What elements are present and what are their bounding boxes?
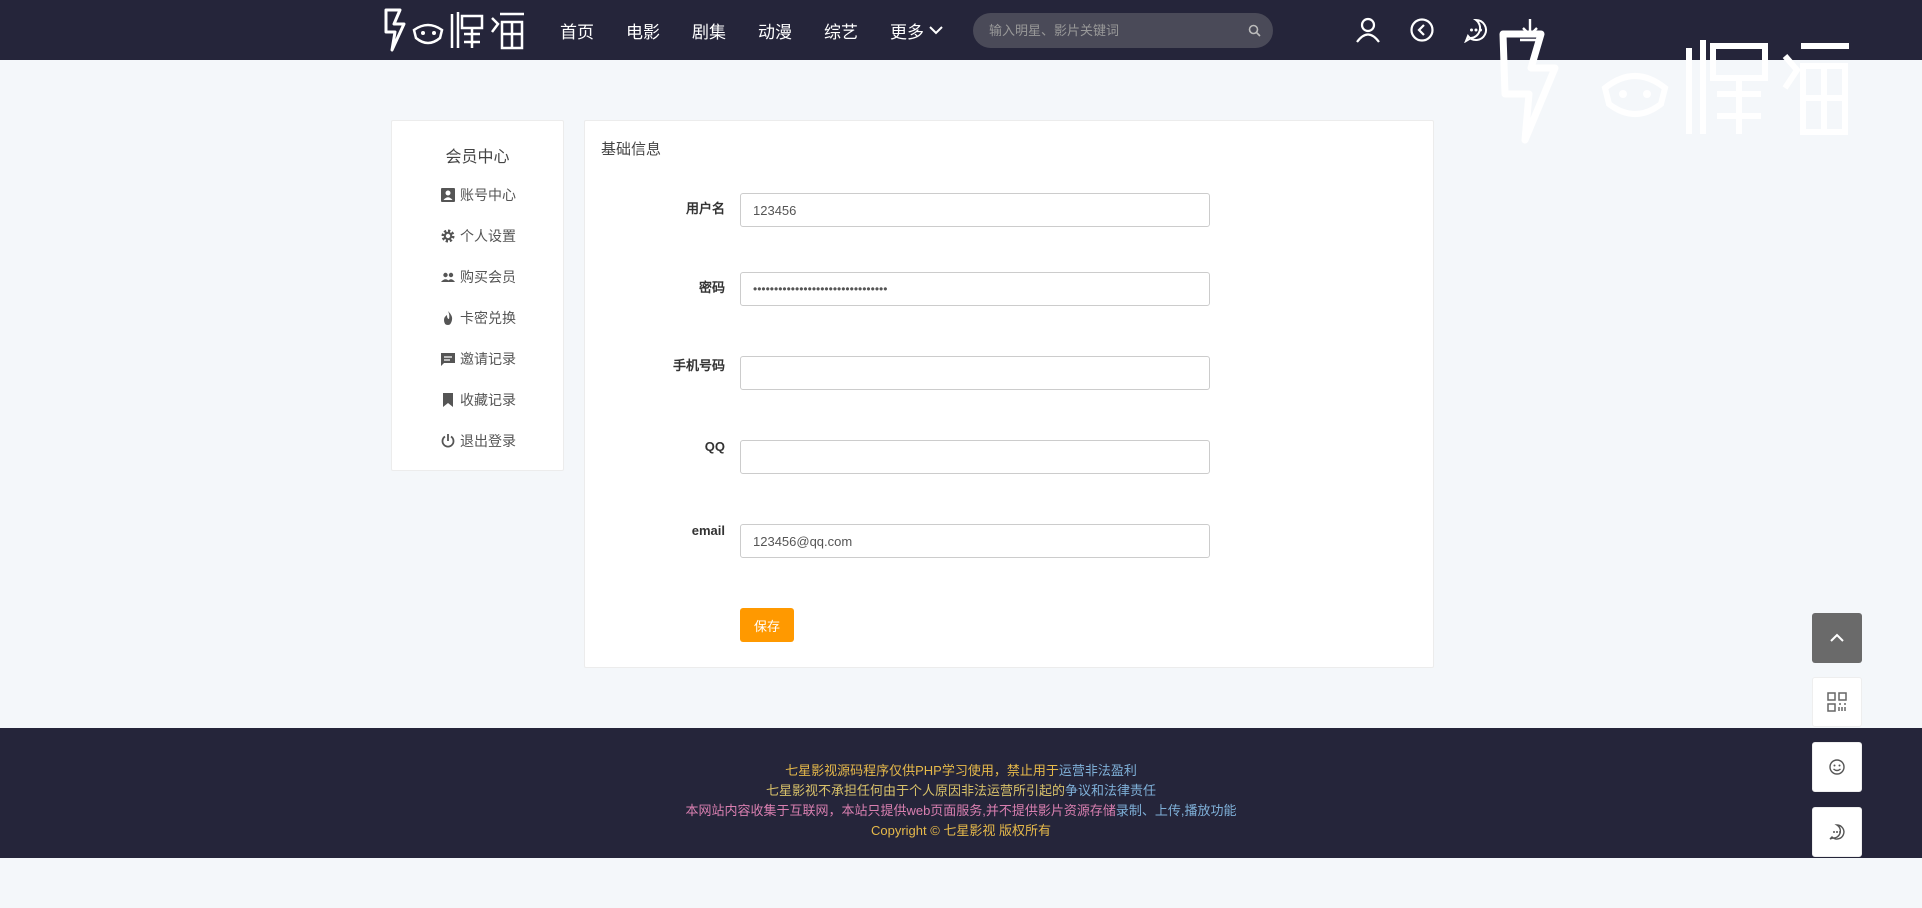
chevron-up-icon [1830, 633, 1844, 642]
phone-label: 手机号码 [672, 358, 725, 373]
sidebar-item-label: 账号中心 [460, 187, 516, 203]
nav-series[interactable]: 剧集 [692, 18, 726, 43]
search-bar [973, 13, 1273, 48]
bookmark-icon [443, 393, 453, 407]
password-field[interactable] [740, 272, 1210, 306]
sidebar-title: 会员中心 [445, 149, 510, 166]
qrcode-button[interactable] [1812, 677, 1862, 727]
save-button[interactable]: 保存 [740, 608, 794, 642]
gear-icon [441, 229, 455, 243]
site-logo[interactable] [378, 4, 530, 56]
chat-bubble-icon [1829, 824, 1845, 840]
member-sidebar: 会员中心 账号中心 个人设置 购买会员 卡密兑换 邀请记录 收藏记录 退出登录 [391, 120, 564, 471]
basic-info-panel: 基础信息 用户名 密码 手机号码 QQ email 保存 [584, 120, 1434, 668]
back-to-top-button[interactable] [1812, 613, 1862, 663]
feedback-button[interactable] [1812, 742, 1862, 792]
nav-variety[interactable]: 综艺 [824, 18, 858, 43]
phone-field[interactable] [740, 356, 1210, 390]
footer-text: 七星影视不承担任何由于个人原因非法运营所引起的 [765, 783, 1065, 798]
sidebar-item-account[interactable]: 账号中心 [440, 184, 516, 206]
panel-title: 基础信息 [601, 141, 662, 158]
qq-field[interactable] [740, 440, 1210, 474]
footer-text-highlight: 录制、上传,播放功能 [1115, 803, 1237, 818]
smile-icon [1829, 759, 1845, 775]
footer-line-3: 本网站内容收集于互联网，本站只提供web页面服务,并不提供影片资源存储录制、上传… [0, 800, 1922, 819]
chat-icon [441, 353, 455, 366]
user-icon[interactable] [1352, 14, 1384, 46]
sidebar-item-label: 个人设置 [460, 228, 516, 244]
fire-icon [444, 311, 453, 325]
watermark-logo [1499, 30, 1849, 144]
sidebar-item-logout[interactable]: 退出登录 [440, 430, 516, 452]
nav-anime[interactable]: 动漫 [758, 18, 792, 43]
search-icon[interactable] [1248, 24, 1261, 37]
qrcode-icon [1827, 692, 1847, 712]
history-icon[interactable] [1406, 14, 1438, 46]
password-label: 密码 [698, 280, 725, 295]
footer-text-highlight: 争议和法律责任 [1065, 783, 1157, 798]
people-icon [441, 272, 455, 282]
search-input[interactable] [989, 23, 1239, 38]
sidebar-item-invite[interactable]: 邀请记录 [440, 348, 516, 370]
footer-text: 七星影视源码程序仅供PHP学习使用，禁止用于 [785, 763, 1059, 778]
main-nav: 首页 电影 剧集 动漫 综艺 更多 [560, 0, 976, 60]
qq-label: QQ [704, 439, 725, 454]
footer-line-1: 七星影视源码程序仅供PHP学习使用，禁止用于运营非法盈利 [0, 760, 1922, 779]
nav-more-label: 更多 [890, 22, 924, 42]
email-label: email [691, 523, 725, 538]
username-field[interactable] [740, 193, 1210, 227]
footer-line-2: 七星影视不承担任何由于个人原因非法运营所引起的争议和法律责任 [0, 780, 1922, 799]
sidebar-item-buy-vip[interactable]: 购买会员 [440, 266, 516, 288]
sidebar-item-label: 购买会员 [460, 269, 516, 285]
account-box-icon [441, 188, 455, 202]
sidebar-item-favorites[interactable]: 收藏记录 [440, 389, 516, 411]
footer-copyright: Copyright © 七星影视 版权所有 [870, 823, 1052, 838]
sidebar-item-card-redeem[interactable]: 卡密兑换 [440, 307, 516, 329]
footer-text-highlight: 运营非法盈利 [1058, 763, 1137, 778]
chevron-down-icon [929, 26, 943, 35]
footer-text: 本网站内容收集于互联网，本站只提供web页面服务,并不提供影片资源存储 [685, 803, 1116, 818]
sidebar-item-label: 退出登录 [460, 433, 516, 449]
sidebar-item-label: 邀请记录 [460, 351, 516, 367]
power-icon [441, 434, 455, 448]
message-icon[interactable] [1460, 14, 1492, 46]
chat-button[interactable] [1812, 807, 1862, 857]
username-label: 用户名 [685, 201, 725, 216]
sidebar-item-label: 卡密兑换 [460, 310, 516, 326]
sidebar-item-settings[interactable]: 个人设置 [440, 225, 516, 247]
nav-movies[interactable]: 电影 [626, 18, 660, 43]
nav-more[interactable]: 更多 [890, 18, 944, 43]
email-field[interactable] [740, 524, 1210, 558]
sidebar-item-label: 收藏记录 [460, 392, 516, 408]
site-footer: 七星影视源码程序仅供PHP学习使用，禁止用于运营非法盈利 七星影视不承担任何由于… [0, 728, 1922, 858]
nav-home[interactable]: 首页 [560, 18, 594, 43]
